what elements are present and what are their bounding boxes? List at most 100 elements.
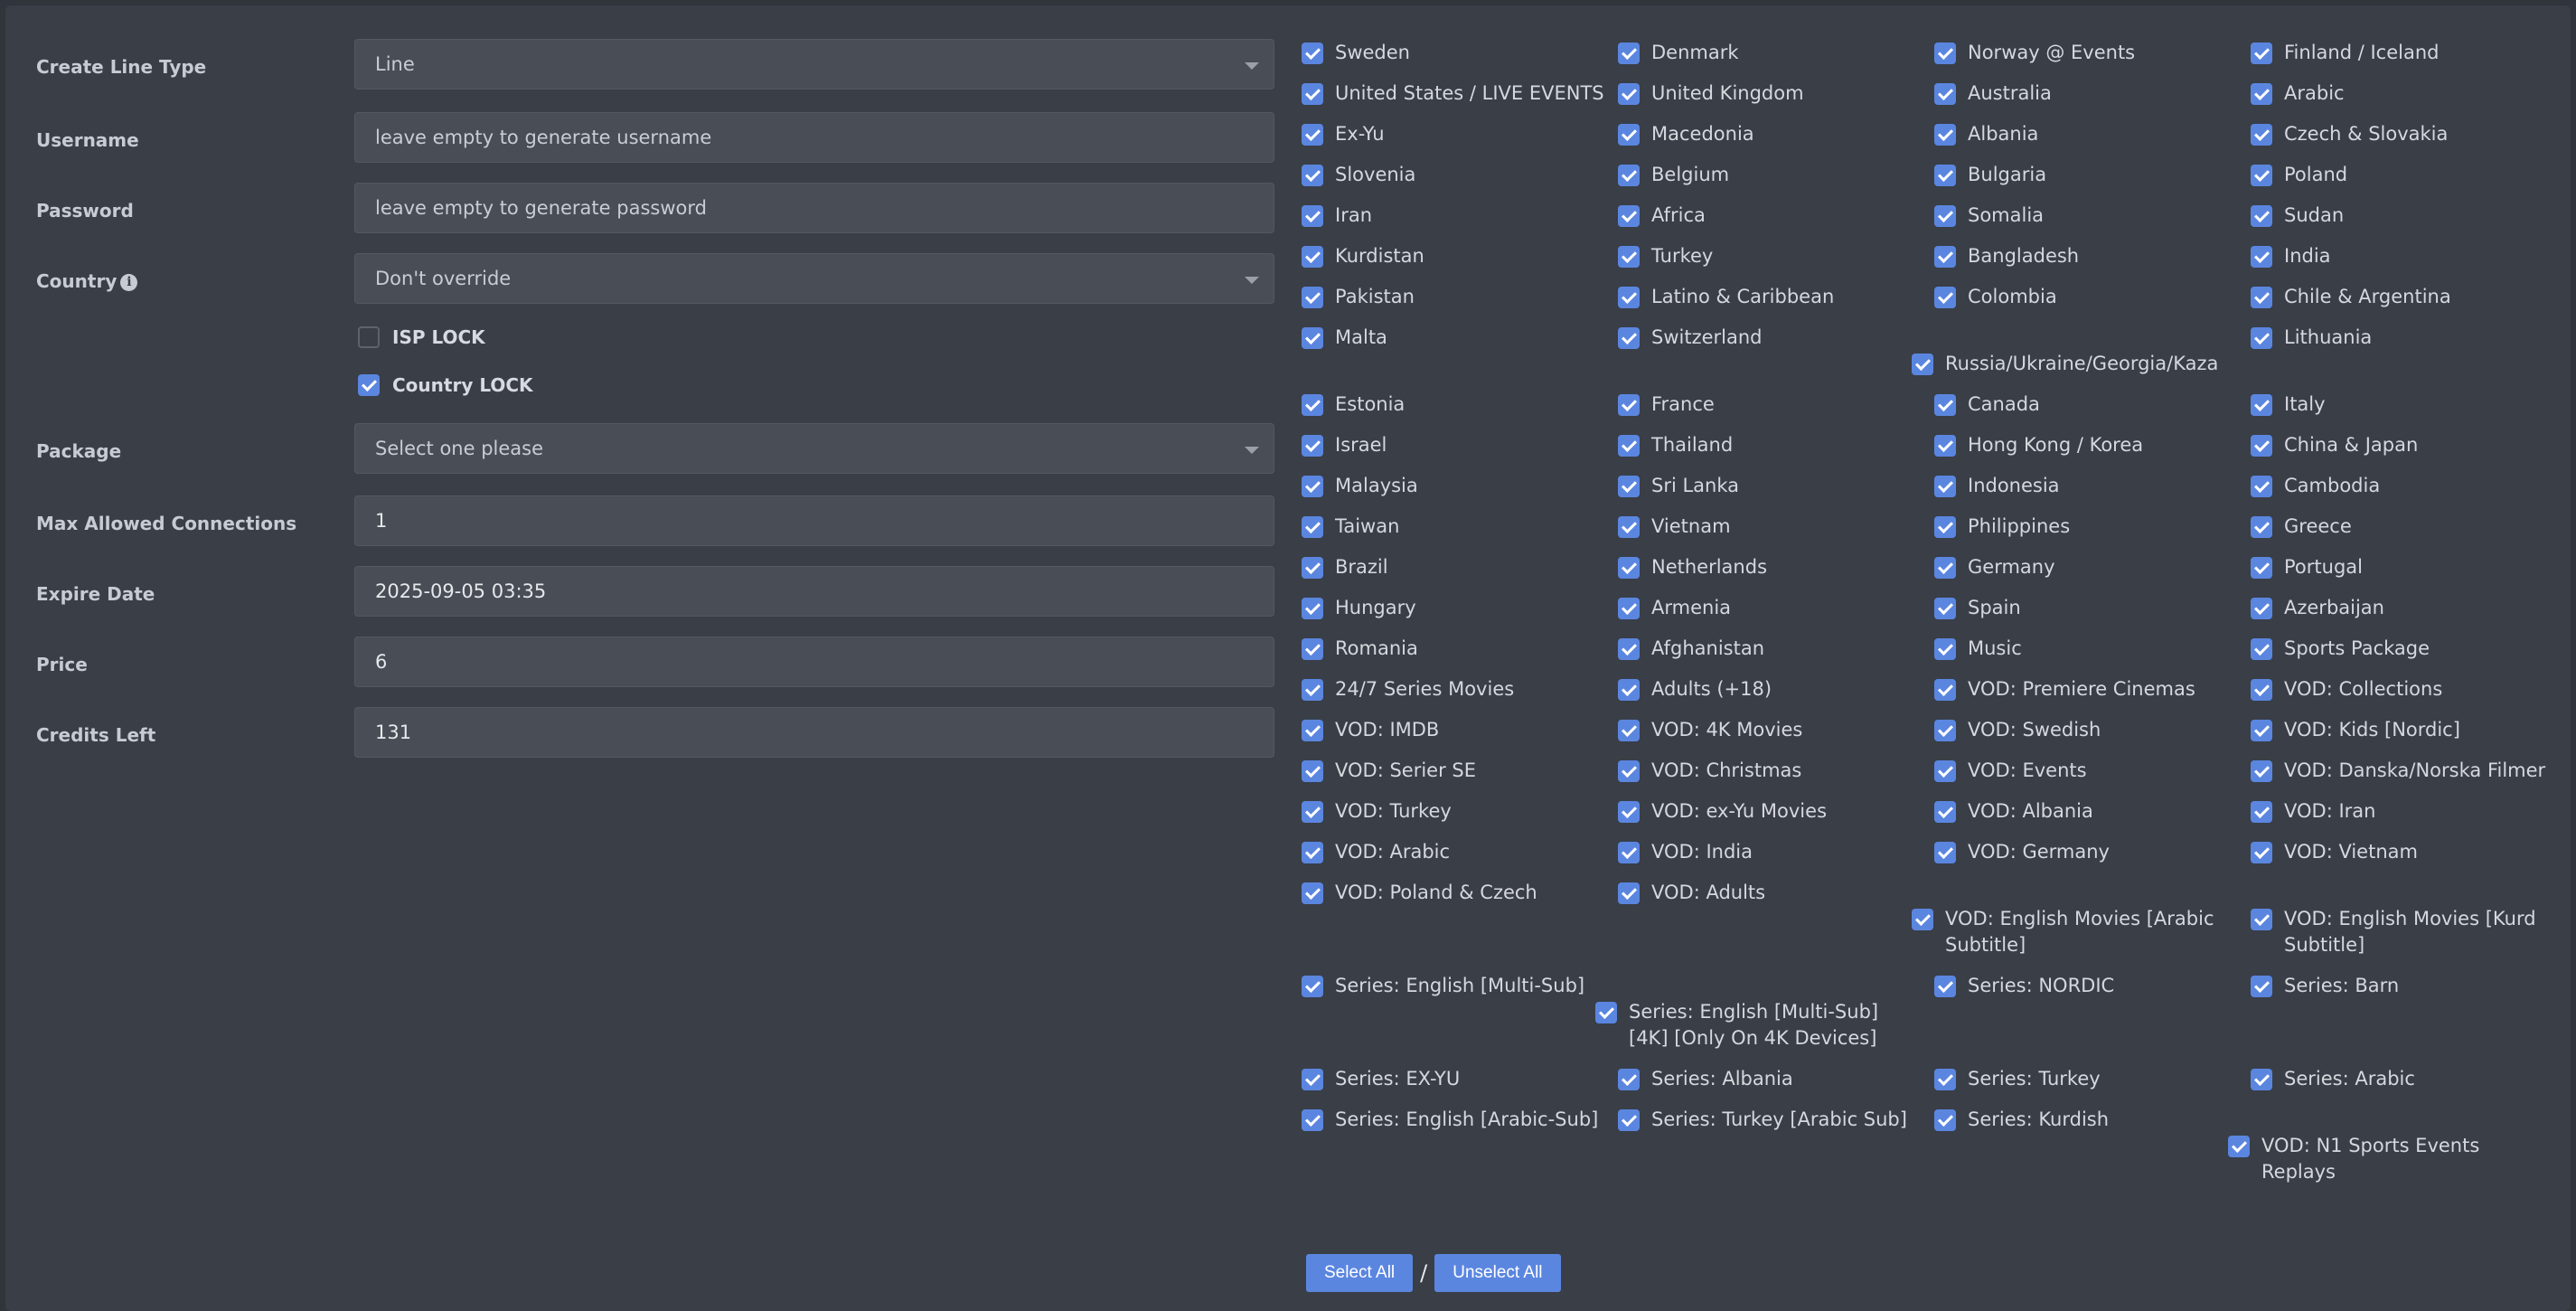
bouquet-checkbox[interactable] <box>1302 1109 1323 1131</box>
bouquet-checkbox[interactable] <box>1934 801 1956 823</box>
bouquet-checkbox[interactable] <box>1618 598 1640 619</box>
bouquet-item[interactable]: Azerbaijan <box>2251 595 2567 621</box>
bouquet-checkbox[interactable] <box>1302 124 1323 146</box>
bouquet-checkbox[interactable] <box>2251 327 2272 349</box>
bouquet-item[interactable]: Series: Turkey [Arabic Sub] <box>1618 1107 1934 1133</box>
bouquet-item[interactable]: Norway @ Events <box>1934 40 2251 66</box>
bouquet-item[interactable]: VOD: Iran <box>2251 798 2567 825</box>
bouquet-checkbox[interactable] <box>2251 842 2272 863</box>
bouquet-item[interactable]: Afghanistan <box>1618 636 1934 662</box>
bouquet-item[interactable]: Malta <box>1302 325 1618 351</box>
bouquet-item[interactable]: Ex-Yu <box>1302 121 1618 147</box>
bouquet-item[interactable]: VOD: N1 Sports Events Replays <box>2228 1133 2544 1185</box>
bouquet-checkbox[interactable] <box>1618 124 1640 146</box>
bouquet-checkbox[interactable] <box>1618 516 1640 538</box>
bouquet-checkbox[interactable] <box>1618 1109 1640 1131</box>
bouquet-checkbox[interactable] <box>1302 976 1323 997</box>
bouquet-item[interactable]: Canada <box>1934 391 2251 418</box>
bouquet-item[interactable]: Music <box>1934 636 2251 662</box>
bouquet-item[interactable]: Adults (+18) <box>1618 676 1934 703</box>
bouquet-checkbox[interactable] <box>1618 679 1640 701</box>
bouquet-item[interactable]: Netherlands <box>1618 554 1934 580</box>
bouquet-checkbox[interactable] <box>1302 476 1323 497</box>
bouquet-item[interactable]: Malaysia <box>1302 473 1618 499</box>
bouquet-item[interactable]: Series: Albania <box>1618 1066 1934 1092</box>
bouquet-checkbox[interactable] <box>1934 287 1956 308</box>
bouquet-checkbox[interactable] <box>1302 638 1323 660</box>
info-icon[interactable]: i <box>120 274 138 291</box>
bouquet-item[interactable]: Italy <box>2251 391 2567 418</box>
bouquet-checkbox[interactable] <box>1934 760 1956 782</box>
bouquet-item[interactable]: VOD: Poland & Czech <box>1302 880 1618 906</box>
bouquet-item[interactable]: Series: EX-YU <box>1302 1066 1618 1092</box>
bouquet-checkbox[interactable] <box>1302 842 1323 863</box>
bouquet-item[interactable]: Arabic <box>2251 80 2567 107</box>
bouquet-item[interactable]: France <box>1618 391 1934 418</box>
bouquet-checkbox[interactable] <box>1595 1002 1617 1023</box>
bouquet-item[interactable]: VOD: English Movies [Kurd Subtitle] <box>2251 906 2567 958</box>
bouquet-checkbox[interactable] <box>1618 476 1640 497</box>
bouquet-checkbox[interactable] <box>2251 1069 2272 1090</box>
bouquet-checkbox[interactable] <box>1934 842 1956 863</box>
bouquet-item[interactable]: Lithuania <box>2251 325 2567 351</box>
bouquet-checkbox[interactable] <box>2251 909 2272 930</box>
bouquet-item[interactable]: Poland <box>2251 162 2567 188</box>
bouquet-checkbox[interactable] <box>1302 394 1323 416</box>
bouquet-item[interactable]: Portugal <box>2251 554 2567 580</box>
package-select[interactable]: Select one please <box>354 423 1274 474</box>
bouquet-item[interactable]: Series: Kurdish <box>1934 1107 2251 1133</box>
bouquet-checkbox[interactable] <box>1618 327 1640 349</box>
bouquet-item[interactable]: Series: English [Arabic-Sub] <box>1302 1107 1618 1133</box>
bouquet-checkbox[interactable] <box>1618 882 1640 904</box>
bouquet-item[interactable]: Czech & Slovakia <box>2251 121 2567 147</box>
bouquet-checkbox[interactable] <box>1302 882 1323 904</box>
bouquet-checkbox[interactable] <box>1934 42 1956 64</box>
bouquet-checkbox[interactable] <box>1302 679 1323 701</box>
bouquet-item[interactable]: VOD: Danska/Norska Filmer <box>2251 758 2567 784</box>
bouquet-checkbox[interactable] <box>1302 83 1323 105</box>
country-lock-row[interactable]: Country LOCK <box>358 374 533 396</box>
bouquet-item[interactable]: Brazil <box>1302 554 1618 580</box>
bouquet-item[interactable]: Spain <box>1934 595 2251 621</box>
bouquet-checkbox[interactable] <box>1618 42 1640 64</box>
bouquet-item[interactable]: Pakistan <box>1302 284 1618 310</box>
bouquet-item[interactable]: Russia/Ukraine/Georgia/Kaza <box>1912 351 2228 377</box>
bouquet-checkbox[interactable] <box>2251 287 2272 308</box>
bouquet-item[interactable]: VOD: Albania <box>1934 798 2251 825</box>
bouquet-checkbox[interactable] <box>2251 435 2272 457</box>
bouquet-checkbox[interactable] <box>1618 760 1640 782</box>
bouquet-item[interactable]: Africa <box>1618 203 1934 229</box>
bouquet-checkbox[interactable] <box>2251 679 2272 701</box>
bouquet-item[interactable]: VOD: Kids [Nordic] <box>2251 717 2567 743</box>
bouquet-item[interactable]: VOD: Adults <box>1618 880 1934 906</box>
bouquet-item[interactable]: Sri Lanka <box>1618 473 1934 499</box>
bouquet-checkbox[interactable] <box>1934 246 1956 268</box>
bouquet-item[interactable]: VOD: Vietnam <box>2251 839 2567 865</box>
bouquet-item[interactable]: Australia <box>1934 80 2251 107</box>
bouquet-item[interactable]: Cambodia <box>2251 473 2567 499</box>
bouquet-checkbox[interactable] <box>2251 598 2272 619</box>
bouquet-checkbox[interactable] <box>1934 516 1956 538</box>
bouquet-checkbox[interactable] <box>1934 476 1956 497</box>
country-select[interactable]: Don't override <box>354 253 1274 304</box>
bouquet-item[interactable]: Series: Turkey <box>1934 1066 2251 1092</box>
bouquet-checkbox[interactable] <box>1934 205 1956 227</box>
bouquet-item[interactable]: VOD: Turkey <box>1302 798 1618 825</box>
bouquet-item[interactable]: Slovenia <box>1302 162 1618 188</box>
bouquet-checkbox[interactable] <box>1934 976 1956 997</box>
bouquet-checkbox[interactable] <box>1912 354 1933 375</box>
bouquet-checkbox[interactable] <box>1934 435 1956 457</box>
bouquet-item[interactable]: Macedonia <box>1618 121 1934 147</box>
bouquet-item[interactable]: Germany <box>1934 554 2251 580</box>
bouquet-item[interactable]: India <box>2251 243 2567 269</box>
bouquet-checkbox[interactable] <box>1934 165 1956 186</box>
bouquet-item[interactable]: Series: Arabic <box>2251 1066 2567 1092</box>
bouquet-item[interactable]: VOD: Serier SE <box>1302 758 1618 784</box>
bouquet-item[interactable]: Hungary <box>1302 595 1618 621</box>
bouquet-checkbox[interactable] <box>1934 394 1956 416</box>
bouquet-item[interactable]: 24/7 Series Movies <box>1302 676 1618 703</box>
bouquet-item[interactable]: VOD: English Movies [Arabic Subtitle] <box>1912 906 2228 958</box>
bouquet-item[interactable]: Sports Package <box>2251 636 2567 662</box>
unselect-all-button[interactable]: Unselect All <box>1434 1254 1561 1292</box>
select-all-button[interactable]: Select All <box>1306 1254 1414 1292</box>
